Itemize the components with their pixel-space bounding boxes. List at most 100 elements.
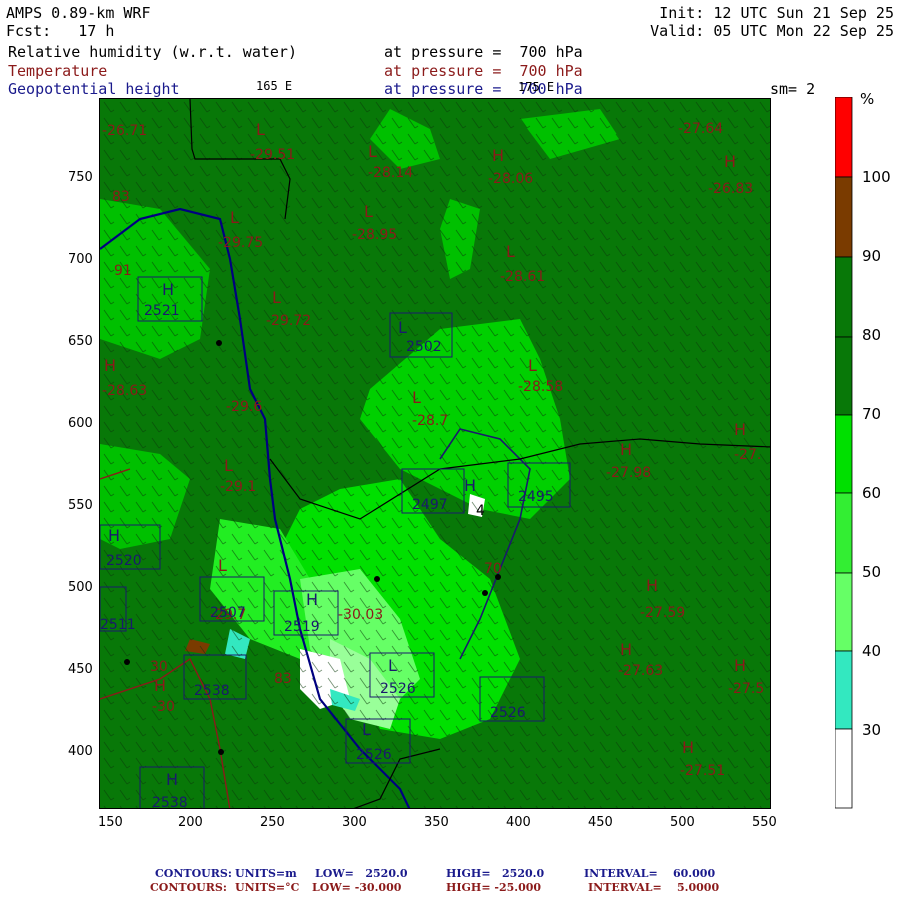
y-tick-label: 550 [68,498,93,513]
temp-label: -27.64 [678,121,723,137]
lon-165-label: 165 E [256,79,293,93]
height-label: 2511 [100,617,136,633]
colorbar-label: 100 [862,168,891,186]
high-marker: H [166,770,178,789]
y-tick-label: 750 [68,170,93,185]
low-marker: L [412,388,421,407]
colorbar-label: 30 [862,721,882,739]
lon-175-label: 175 E [518,80,555,94]
height-label: 2526 [356,747,392,763]
high-marker: H [464,476,476,495]
low-marker: L [230,208,239,227]
y-tick-label: 600 [68,416,93,431]
height-label: 2526 [490,705,526,721]
station-dot-4 [482,590,488,596]
temp-label: -26.83 [708,181,753,197]
footer-temp-label: CONTOURS: [150,881,227,894]
height-label: 2538 [152,795,188,809]
temp-label: -29.75 [218,235,263,251]
low-marker: L [398,318,407,337]
high-marker: H [734,656,746,675]
x-tick-label: 400 [506,815,531,830]
pressure-rh: at pressure = 700 hPa [384,43,583,61]
misc-label: 4 [476,503,485,519]
high-marker: H [724,152,736,171]
high-marker: H [162,280,174,299]
map-plot-area: -26.71 -27.64 -29.51 -28.14 -28.06 -26.8… [99,98,771,809]
x-tick-label: 250 [260,815,285,830]
height-label: 2520 [106,553,142,569]
height-label: 2521 [144,303,180,319]
footer-height-high: HIGH= 2520.0 [446,867,545,880]
high-marker: H [306,590,318,609]
high-marker: H [492,146,504,165]
misc-label: 30 [150,659,168,675]
low-marker: L [224,456,233,475]
temp-label: -28.63 [102,383,147,399]
temp-label: -28.58 [518,379,563,395]
footer-temp-interval: INTERVAL= 5.0000 [588,881,720,894]
high-marker: H [108,526,120,545]
model-title: AMPS 0.89-km WRF [6,4,151,22]
init-time: Init: 12 UTC Sun 21 Sep 25 [659,4,894,22]
temp-label: -28.7 [412,413,448,429]
footer-height-label: CONTOURS: [155,867,232,880]
height-label: 2502 [406,339,442,355]
temp-label: -26.71 [102,123,147,139]
temp-label: -27.63 [618,663,663,679]
x-tick-label: 350 [424,815,449,830]
temp-label: -27.98 [606,465,651,481]
low-marker: L [506,242,515,261]
station-dot-5 [124,659,130,665]
high-marker: H [620,640,632,659]
misc-label: 83 [112,189,130,205]
temp-label: -27.59 [640,605,685,621]
height-label: 2497 [412,497,448,513]
high-marker: H [154,676,166,695]
footer-temp-low: LOW= -30.000 [312,881,402,894]
colorbar-label: 60 [862,484,882,502]
height-label: 2507 [210,605,246,621]
valid-time: Valid: 05 UTC Mon 22 Sep 25 [650,22,894,40]
x-tick-label: 450 [588,815,613,830]
low-marker: L [364,202,373,221]
footer-height-units: UNITS=m [235,867,297,880]
temp-label: -29.6 [226,399,262,415]
station-dot-2 [374,576,380,582]
height-label: 2519 [284,619,320,635]
x-tick-label: 500 [670,815,695,830]
x-tick-label: 150 [98,815,123,830]
temp-label: -28.14 [368,165,413,181]
temp-label: -27.5 [728,681,764,697]
forecast-hour: Fcst: 17 h [6,22,115,40]
low-marker: L [362,720,371,739]
colorbar-unit: % [860,90,875,108]
low-marker: L [528,356,537,375]
temp-label: -30.03 [338,607,383,623]
colorbar-label: 90 [862,247,882,265]
temp-label: -30 [152,699,175,715]
low-marker: L [368,142,377,161]
high-marker: H [646,576,658,595]
height-label: 2538 [194,683,230,699]
colorbar-label: 50 [862,563,882,581]
station-dot-1 [216,340,222,346]
footer-temp-high: HIGH= -25.000 [446,881,542,894]
x-tick-label: 550 [752,815,777,830]
colorbar-label: 80 [862,326,882,344]
field-rh-label: Relative humidity (w.r.t. water) [8,43,297,61]
low-marker: L [256,120,265,139]
temp-label: -27.51 [680,763,725,779]
height-label: 2526 [380,681,416,697]
footer-height-interval: INTERVAL= 60.000 [584,867,716,880]
high-marker: H [104,356,116,375]
temp-label: -29.1 [220,479,256,495]
height-label: 2495 [518,489,554,505]
smoothing-label: sm= 2 [770,80,816,98]
temp-label: -29.72 [266,313,311,329]
temp-label: -28.61 [500,269,545,285]
y-tick-label: 450 [68,662,93,677]
temp-label: -28.06 [488,171,533,187]
x-tick-label: 300 [342,815,367,830]
colorbar-label: 70 [862,405,882,423]
